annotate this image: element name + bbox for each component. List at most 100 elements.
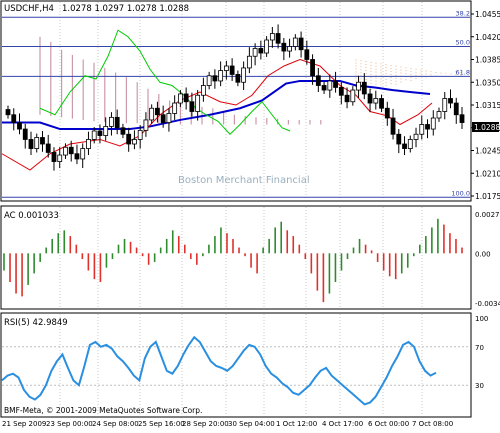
price-tick-label: 1.0385 — [475, 56, 500, 65]
candle-body — [367, 93, 373, 104]
candle-body — [103, 126, 109, 136]
candle-body — [252, 48, 258, 57]
candle-body — [206, 75, 212, 86]
price-tick-label: 1.0350 — [475, 78, 500, 87]
time-axis: 21 Sep 2009 23 Sep 00:00 24 Sep 08:00 25 Se… — [2, 420, 453, 428]
candle-body — [384, 107, 390, 119]
fib-level-label: 50.0 — [456, 39, 470, 47]
price-tick-label: 1.0315 — [475, 101, 500, 110]
candle-body — [143, 119, 149, 131]
candle-body — [344, 94, 350, 103]
candle-body — [114, 116, 120, 129]
candle-body — [183, 93, 189, 103]
candle-body — [155, 107, 160, 116]
candle-body — [200, 85, 206, 96]
time-tick-label: 21 Sep 2009 — [2, 420, 46, 428]
price-axis: 1.04551.04201.03851.03501.03151.02801.02… — [471, 10, 500, 201]
fib-level-label: 100.0 — [451, 189, 470, 197]
candle-body — [396, 133, 402, 145]
candle-body — [292, 37, 298, 47]
ac-tick-label: 0.00 — [475, 250, 491, 258]
candle-body — [356, 81, 361, 91]
rsi-tick-label: 100 — [475, 315, 488, 323]
candle-body — [149, 107, 155, 121]
chart-window[interactable]: 38.2 50.0 61.8 100.0 USDCHF,H4 1.0278 1.029… — [0, 0, 500, 429]
candle-body — [241, 67, 247, 83]
candle-body — [338, 87, 344, 96]
copyright-text: BMF-Meta, © 2001-2009 MetaQuotes Softwar… — [4, 406, 202, 415]
chart-canvas[interactable]: 38.2 50.0 61.8 100.0 USDCHF,H4 1.0278 1.029… — [0, 0, 500, 429]
candle-body — [448, 98, 453, 104]
candle-body — [258, 48, 264, 54]
time-tick-label: 25 Sep 16:00 — [138, 420, 185, 428]
candle-body — [195, 94, 201, 112]
candle-body — [51, 152, 57, 162]
candle-body — [407, 139, 413, 149]
candle-body — [120, 127, 126, 135]
candle-body — [212, 75, 218, 82]
candle-body — [269, 33, 275, 41]
candle-body — [68, 146, 74, 155]
candle-body — [425, 124, 430, 130]
candle-body — [86, 139, 91, 149]
candle-body — [373, 98, 379, 104]
price-tick-label: 1.0210 — [475, 169, 500, 178]
time-tick-label: 1 Oct 12:00 — [276, 420, 317, 428]
candle-body — [281, 42, 287, 52]
watermark-text: Boston Merchant Financial — [178, 175, 310, 186]
time-tick-label: 7 Oct 08:00 — [412, 420, 453, 428]
ac-pane[interactable] — [0, 205, 472, 310]
candle-body — [459, 114, 465, 123]
candle-body — [235, 74, 241, 83]
rsi-pane[interactable] — [0, 312, 472, 418]
candle-body — [453, 102, 459, 116]
candle-body — [132, 139, 137, 145]
candle-body — [166, 113, 172, 123]
candle-body — [137, 129, 143, 140]
time-tick-label: 30 Sep 04:00 — [228, 420, 275, 428]
price-tick-label: 1.0245 — [475, 147, 500, 156]
candle-body — [321, 85, 327, 91]
candle-body — [57, 154, 63, 162]
candle-body — [350, 89, 356, 103]
candle-body — [63, 146, 68, 156]
candle-body — [413, 133, 419, 140]
candle-body — [246, 55, 252, 69]
candle-body — [223, 65, 229, 71]
candle-body — [80, 148, 86, 160]
time-tick-label: 23 Sep 00:00 — [46, 420, 93, 428]
candle-body — [436, 111, 442, 119]
candle-body — [45, 143, 51, 153]
rsi-tick-label: 70 — [475, 344, 484, 352]
rsi-label: RSI(5) 42.9849 — [4, 318, 68, 328]
candle-body — [109, 116, 114, 127]
rsi-tick-label: 30 — [475, 382, 484, 390]
candle-body — [298, 37, 304, 51]
candle-body — [229, 65, 235, 75]
ac-label: AC 0.001033 — [4, 211, 59, 221]
candle-body — [442, 98, 448, 112]
price-tick-label: 1.0175 — [475, 192, 500, 201]
candle-body — [333, 80, 338, 88]
candle-body — [172, 102, 178, 114]
candle-body — [126, 133, 132, 145]
candle-body — [402, 143, 407, 149]
candle-body — [390, 117, 396, 135]
candle-body — [22, 128, 28, 140]
candle-body — [28, 139, 34, 149]
price-tick-label: 1.0455 — [475, 10, 500, 19]
candle-body — [327, 80, 333, 91]
fib-level-label: 61.8 — [456, 68, 470, 76]
candle-body — [91, 130, 97, 140]
candle-body — [287, 46, 292, 52]
time-tick-label: 24 Sep 08:00 — [92, 420, 139, 428]
time-tick-label: 4 Oct 17:00 — [322, 420, 363, 428]
main-pane[interactable] — [0, 0, 472, 202]
symbol-label: USDCHF,H4 — [4, 4, 54, 14]
rsi-axis: 100 70 30 — [475, 315, 488, 390]
candle-body — [379, 98, 384, 109]
candle-body — [5, 109, 11, 116]
candle-body — [304, 49, 310, 60]
ac-tick-label: -0.00346 — [475, 300, 500, 308]
candle-body — [74, 153, 80, 160]
